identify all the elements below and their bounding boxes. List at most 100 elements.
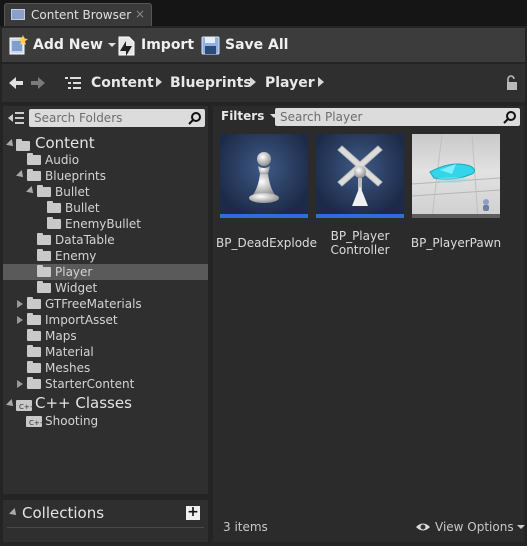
save-all-button[interactable]: Save All: [200, 28, 288, 62]
tree-item-importasset[interactable]: ImportAsset: [3, 312, 208, 328]
asset-label: BP_DeadExplode: [216, 236, 318, 250]
tree-item-widget[interactable]: Widget: [3, 280, 208, 296]
tree-label: Enemy: [55, 249, 97, 263]
search-icon[interactable]: [188, 111, 202, 125]
add-new-icon: [9, 35, 28, 55]
forward-arrow-icon[interactable]: [30, 75, 46, 91]
tree-label: C++ Classes: [35, 394, 132, 412]
tree-item-content[interactable]: Content: [3, 134, 208, 152]
breadcrumb-separator-icon[interactable]: [318, 77, 324, 87]
search-folders-input[interactable]: Search Folders: [29, 109, 205, 127]
cpp-folder-icon: C++: [16, 400, 32, 411]
expand-arrow-icon[interactable]: [6, 399, 16, 409]
collapsed-arrow-icon[interactable]: [17, 316, 23, 324]
tree-item-bullet[interactable]: Bullet: [3, 184, 208, 200]
tree-label: Bullet: [65, 201, 100, 215]
expand-arrow-icon[interactable]: [26, 186, 36, 196]
asset-type-band: [220, 214, 308, 218]
tree-item-startercontent[interactable]: StarterContent: [3, 376, 208, 392]
close-tab-icon[interactable]: ×: [135, 7, 145, 21]
asset-thumbnail: [316, 134, 404, 218]
breadcrumb-player[interactable]: Player: [265, 75, 315, 91]
save-all-label: Save All: [225, 37, 289, 53]
collections-divider: [7, 527, 204, 528]
tree-item-blueprints[interactable]: Blueprints: [3, 168, 208, 184]
folder-icon: [47, 217, 61, 229]
svg-text:C++: C++: [19, 403, 32, 411]
tree-label: Audio: [45, 153, 80, 167]
search-assets-placeholder: Search Player: [280, 110, 363, 124]
tree-label: StarterContent: [45, 377, 135, 391]
path-bar: Content Blueprints Player: [2, 64, 525, 102]
tab-content-browser[interactable]: Content Browser ×: [4, 3, 152, 26]
folder-panel: Search Folders Content Audio Blueprints …: [3, 106, 208, 494]
tree-item-datatable[interactable]: DataTable: [3, 232, 208, 248]
tree-label: Maps: [45, 329, 77, 343]
folder-tree-icon[interactable]: [65, 76, 81, 90]
controller-icon: [337, 145, 383, 206]
folder-icon: [27, 169, 41, 181]
collections-expand-arrow-icon[interactable]: [9, 508, 19, 518]
collapsed-arrow-icon[interactable]: [17, 380, 23, 388]
search-folders-placeholder: Search Folders: [34, 111, 123, 125]
toolbar: Add New Import Save All: [2, 28, 525, 62]
add-collection-button[interactable]: +: [186, 505, 200, 520]
tree-item-meshes[interactable]: Meshes: [3, 360, 208, 376]
search-icon[interactable]: [503, 110, 517, 124]
asset-thumbnail: [220, 134, 308, 218]
tree-label: Player: [55, 265, 93, 279]
tree-item-shooting[interactable]: C++ Shooting: [3, 413, 208, 429]
tree-item-material[interactable]: Material: [3, 344, 208, 360]
breadcrumb-separator-icon[interactable]: [250, 77, 256, 87]
expand-arrow-icon[interactable]: [16, 170, 26, 180]
tree-item-bullet-child[interactable]: Bullet: [3, 200, 208, 216]
tree-item-player[interactable]: Player: [3, 264, 208, 280]
folder-icon: [47, 201, 61, 213]
eye-icon: [416, 523, 430, 531]
folder-icon: [37, 265, 51, 277]
tree-item-enemybullet[interactable]: EnemyBullet: [3, 216, 208, 232]
tree-label: Widget: [55, 281, 98, 295]
tree-item-enemy[interactable]: Enemy: [3, 248, 208, 264]
filters-dropdown[interactable]: Filters: [221, 109, 279, 123]
folder-icon: [27, 361, 41, 373]
tree-label: Content: [35, 134, 95, 152]
svg-text:C++: C++: [29, 419, 42, 427]
breadcrumb-content[interactable]: Content: [91, 75, 154, 91]
tree-label: Blueprints: [45, 169, 107, 183]
save-all-icon: [201, 36, 220, 55]
folder-icon: [27, 297, 41, 309]
tree-label: Meshes: [45, 361, 91, 375]
tree-label: DataTable: [55, 233, 115, 247]
folder-icon: [27, 345, 41, 357]
view-options-button[interactable]: View Options: [415, 520, 526, 534]
import-icon: [118, 36, 135, 56]
tree-item-maps[interactable]: Maps: [3, 328, 208, 344]
folder-icon: [27, 377, 41, 389]
breadcrumb-separator-icon[interactable]: [156, 77, 162, 87]
add-new-label: Add New: [33, 37, 103, 53]
tab-strip: Content Browser ×: [0, 0, 527, 26]
import-button[interactable]: Import: [116, 28, 194, 62]
back-arrow-icon[interactable]: [8, 75, 24, 91]
import-label: Import: [141, 37, 195, 53]
asset-label: BP_PlayerPawn: [410, 236, 502, 250]
tree-item-audio[interactable]: Audio: [3, 152, 208, 168]
add-new-button[interactable]: Add New: [8, 28, 121, 62]
tree-item-gtfreematerials[interactable]: GTFreeMaterials: [3, 296, 208, 312]
lock-icon[interactable]: [505, 75, 519, 91]
folder-icon: [37, 185, 51, 197]
ship-icon: [412, 134, 500, 218]
view-options-label: View Options: [435, 520, 514, 534]
breadcrumb-blueprints[interactable]: Blueprints: [170, 75, 252, 91]
tree-label: GTFreeMaterials: [45, 297, 142, 311]
expand-arrow-icon[interactable]: [6, 139, 16, 149]
folder-icon: [16, 139, 30, 151]
folder-icon: [27, 329, 41, 341]
collapsed-arrow-icon[interactable]: [17, 300, 23, 308]
hide-sources-icon[interactable]: [8, 111, 24, 125]
search-assets-input[interactable]: Search Player: [275, 108, 520, 126]
tree-item-cpp-classes[interactable]: C++ C++ Classes: [3, 394, 208, 412]
tree-label: Material: [45, 345, 94, 359]
asset-thumbnail: [412, 134, 500, 218]
